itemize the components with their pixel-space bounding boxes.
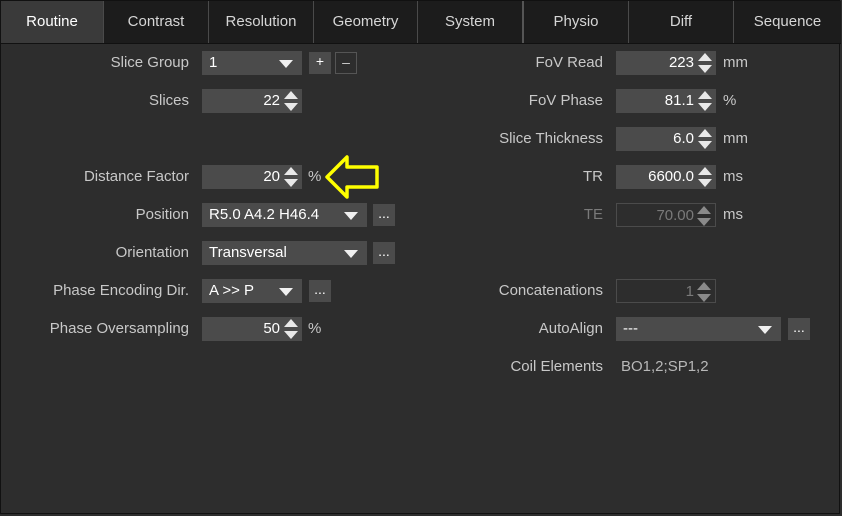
coil-elements-value: BO1,2;SP1,2 (621, 358, 709, 375)
chevron-down-icon (279, 288, 293, 296)
spin-icon (697, 282, 711, 302)
slice-thickness-stepper[interactable]: 6.0 (616, 127, 716, 151)
highlight-arrow-icon (325, 155, 379, 199)
distance-factor-unit: % (308, 168, 322, 185)
tab-physio[interactable]: Physio (524, 1, 629, 43)
fov-phase-unit: % (723, 92, 737, 109)
coil-elements-label: Coil Elements (510, 358, 603, 375)
orientation-select[interactable]: Transversal (202, 241, 367, 265)
spin-icon[interactable] (698, 129, 712, 149)
autoalign-label: AutoAlign (538, 320, 603, 337)
orientation-value: Transversal (209, 244, 287, 261)
spin-icon[interactable] (284, 319, 298, 339)
te-unit: ms (723, 206, 743, 223)
te-value: 70.00 (656, 207, 694, 224)
position-label: Position (135, 206, 189, 223)
phase-oversampling-unit: % (308, 320, 322, 337)
phase-oversampling-value: 50 (263, 320, 280, 337)
fov-phase-label: FoV Phase (528, 92, 603, 109)
slices-stepper[interactable]: 22 (202, 89, 302, 113)
phase-oversampling-label: Phase Oversampling (49, 320, 189, 337)
fov-read-value: 223 (668, 54, 694, 71)
fov-phase-value: 81.1 (664, 92, 694, 109)
spin-icon[interactable] (698, 167, 712, 187)
spin-icon[interactable] (284, 167, 298, 187)
chevron-down-icon (344, 212, 358, 220)
tab-bar: Routine Contrast Resolution Geometry Sys… (1, 1, 841, 44)
distance-factor-value: 20 (263, 168, 280, 185)
tr-unit: ms (723, 168, 743, 185)
chevron-down-icon (344, 250, 358, 258)
slices-label: Slices (148, 92, 189, 109)
fov-read-unit: mm (723, 54, 748, 71)
slices-value: 22 (263, 92, 280, 109)
orientation-label: Orientation (115, 244, 189, 261)
slice-group-select[interactable]: 1 (202, 51, 302, 75)
fov-read-label: FoV Read (535, 54, 603, 71)
chevron-down-icon (758, 326, 772, 334)
slice-thickness-unit: mm (723, 130, 748, 147)
spin-icon (697, 206, 711, 226)
phase-dir-select[interactable]: A >> P (202, 279, 302, 303)
slice-thickness-value: 6.0 (673, 130, 694, 147)
tab-routine[interactable]: Routine (1, 1, 104, 43)
concatenations-value: 1 (685, 283, 694, 300)
orientation-more-button[interactable]: ... (373, 242, 395, 264)
phase-dir-label: Phase Encoding Dir. (53, 282, 189, 299)
tr-stepper[interactable]: 6600.0 (616, 165, 716, 189)
distance-factor-stepper[interactable]: 20 (202, 165, 302, 189)
phase-oversampling-stepper[interactable]: 50 (202, 317, 302, 341)
autoalign-value: --- (623, 320, 638, 337)
spin-icon[interactable] (284, 91, 298, 111)
te-stepper: 70.00 (616, 203, 716, 227)
tr-value: 6600.0 (648, 168, 694, 185)
tab-system[interactable]: System (418, 1, 524, 43)
tab-geometry[interactable]: Geometry (314, 1, 418, 43)
tr-label: TR (583, 168, 603, 185)
routine-panel: Routine Contrast Resolution Geometry Sys… (0, 0, 841, 514)
slice-group-value: 1 (209, 54, 218, 71)
tab-resolution[interactable]: Resolution (209, 1, 314, 43)
autoalign-select[interactable]: --- (616, 317, 781, 341)
phase-dir-value: A >> P (209, 282, 255, 299)
tab-contrast[interactable]: Contrast (104, 1, 209, 43)
spin-icon[interactable] (698, 91, 712, 111)
distance-factor-label: Distance Factor (83, 168, 189, 185)
position-value: R5.0 A4.2 H46.4 (209, 206, 320, 223)
tab-diff[interactable]: Diff (629, 1, 734, 43)
add-slice-group-button[interactable]: + (309, 52, 331, 74)
concatenations-stepper: 1 (616, 279, 716, 303)
remove-slice-group-button[interactable]: – (335, 52, 357, 74)
tab-sequence[interactable]: Sequence (734, 1, 841, 43)
chevron-down-icon (279, 60, 293, 68)
position-select[interactable]: R5.0 A4.2 H46.4 (202, 203, 367, 227)
position-more-button[interactable]: ... (373, 204, 395, 226)
autoalign-more-button[interactable]: ... (788, 318, 810, 340)
spin-icon[interactable] (698, 53, 712, 73)
slice-group-label: Slice Group (110, 54, 189, 71)
slice-thickness-label: Slice Thickness (499, 130, 603, 147)
fov-phase-stepper[interactable]: 81.1 (616, 89, 716, 113)
phase-dir-more-button[interactable]: ... (309, 280, 331, 302)
te-label: TE (583, 206, 603, 223)
fov-read-stepper[interactable]: 223 (616, 51, 716, 75)
concatenations-label: Concatenations (498, 282, 603, 299)
